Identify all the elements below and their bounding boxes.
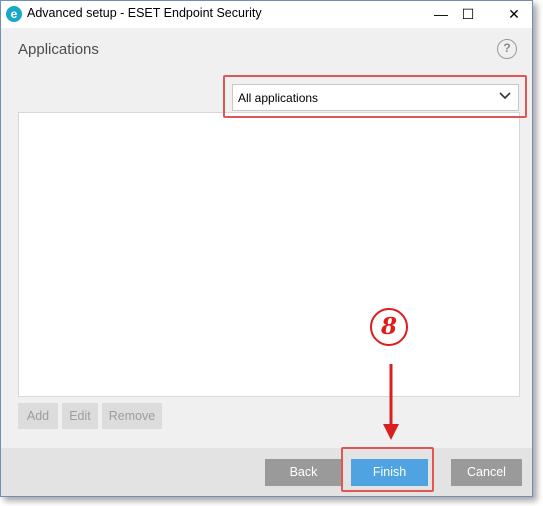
dropdown-highlight-annotation (223, 75, 527, 118)
window-title: Advanced setup - ESET Endpoint Security (27, 6, 262, 20)
step-number-annotation: 8 (370, 308, 408, 346)
maximize-button[interactable]: ☐ (450, 1, 486, 28)
close-button[interactable]: ✕ (496, 1, 532, 28)
page-header: Applications ? (1, 28, 532, 73)
finish-highlight-annotation (341, 447, 434, 492)
arrow-down-icon (383, 364, 399, 440)
page-title: Applications (18, 41, 99, 58)
cancel-button[interactable]: Cancel (451, 459, 522, 486)
add-button[interactable]: Add (18, 403, 58, 429)
title-bar: e Advanced setup - ESET Endpoint Securit… (1, 1, 532, 28)
edit-button[interactable]: Edit (62, 403, 98, 429)
applications-list[interactable] (18, 112, 520, 397)
back-button[interactable]: Back (265, 459, 342, 486)
eset-logo-icon: e (6, 6, 22, 22)
remove-button[interactable]: Remove (102, 403, 162, 429)
help-icon[interactable]: ? (497, 39, 517, 59)
